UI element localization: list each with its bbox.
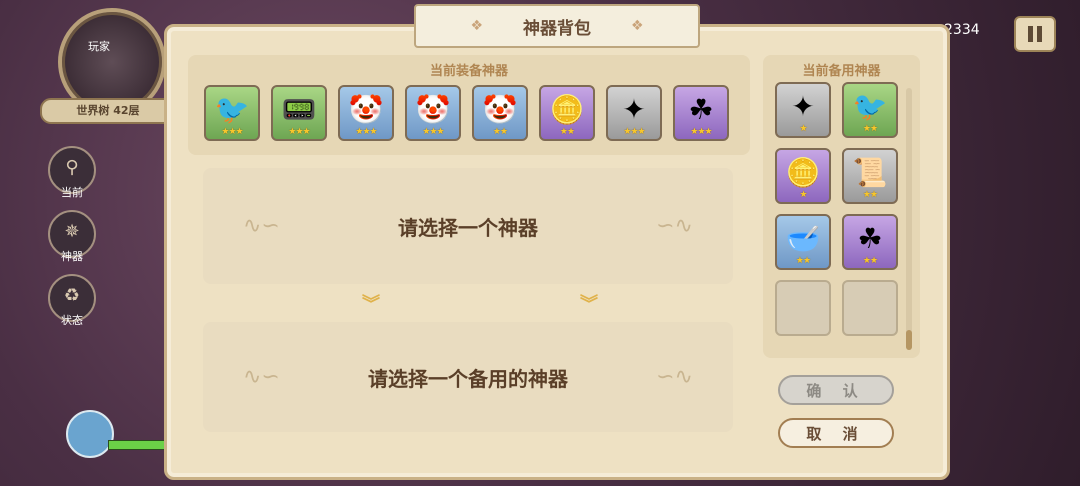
scroll-tube-icon: 📜 <box>852 156 888 189</box>
selected-spare-box[interactable]: ∿∽ 请选择一个备用的神器 ∽∿ <box>203 322 733 432</box>
artifact-slot[interactable]: ✦ ★★★ <box>606 85 662 141</box>
gold-coin-icon: 🪙 <box>549 93 585 126</box>
select-spare-prompt: 请选择一个备用的神器 <box>368 366 568 391</box>
clover-cannon-icon: ☘ <box>688 93 714 126</box>
star-rating: ★★★ <box>288 127 310 137</box>
pigeon-icon: 🐦 <box>214 93 250 126</box>
artifact-slot[interactable]: ☘ ★★ <box>842 214 898 270</box>
star-rating: ★ <box>799 190 807 200</box>
chevron-down-icon: ︾ <box>580 294 598 315</box>
pause-button[interactable] <box>1014 16 1056 52</box>
location-pin-icon: ⚲ <box>65 157 79 178</box>
gold-coin-icon: 🪙 <box>785 156 821 189</box>
side-label-current: 当前 <box>61 186 83 199</box>
soup-bowl-icon: 🥣 <box>785 222 821 255</box>
title-ornament-right-icon: ❖ <box>631 18 644 34</box>
cancel-button[interactable]: 取 消 <box>778 418 894 448</box>
star-rating: ★★ <box>795 256 811 266</box>
artifact-slot[interactable]: 🪙 ★★ <box>539 85 595 141</box>
star-rating: ★★ <box>862 256 878 266</box>
clover-cannon-icon: ☘ <box>857 222 883 255</box>
star-rating: ★★★ <box>221 127 243 137</box>
player-avatar[interactable] <box>66 410 114 458</box>
minimap-label: 玩家 <box>88 40 110 53</box>
equipped-header: 当前装备神器 <box>429 64 508 79</box>
artifact-slot[interactable]: 🤡 ★★★ <box>338 85 394 141</box>
artifact-slot[interactable]: 🥣 ★★ <box>775 214 831 270</box>
star-rating: ★★ <box>492 127 508 137</box>
side-label-status: 状态 <box>61 314 83 327</box>
empty-artifact-slot[interactable] <box>775 280 831 336</box>
clown-mask-icon: 🤡 <box>415 93 451 126</box>
artifact-slot[interactable]: 📟 ★★★ <box>271 85 327 141</box>
side-label-artifact: 神器 <box>61 250 83 263</box>
title-ornament-left-icon: ❖ <box>470 18 483 34</box>
star-rating: ★★★ <box>355 127 377 137</box>
dialog-title: 神器背包 <box>523 18 591 39</box>
spare-header: 当前备用神器 <box>802 64 881 79</box>
artifact-slot[interactable]: 🐦 ★★★ <box>204 85 260 141</box>
flourish-left-icon: ∿∽ <box>243 213 280 239</box>
star-rating: ★★★ <box>422 127 444 137</box>
selected-artifact-box[interactable]: ∿∽ 请选择一个神器 ∽∿ <box>203 168 733 284</box>
clown-mask-icon: 🤡 <box>482 93 518 126</box>
artifact-slot[interactable]: 📜 ★★ <box>842 148 898 204</box>
dialog-title-banner: ❖ 神器背包 ❖ <box>414 4 700 48</box>
spare-scrollbar[interactable] <box>906 88 912 350</box>
chevron-down-icon: ︾ <box>362 294 380 315</box>
artifact-slot[interactable]: ✦ ★ <box>775 82 831 138</box>
star-rating: ★★★ <box>690 127 712 137</box>
star-rating: ★★ <box>862 124 878 134</box>
star-rating: ★ <box>799 124 807 134</box>
health-bar <box>108 440 166 450</box>
artifact-star-icon: ✵ <box>64 221 80 242</box>
artifact-slot[interactable]: 🐦 ★★ <box>842 82 898 138</box>
pigeon-icon: 🐦 <box>852 90 888 123</box>
phone-device-icon: 📟 <box>281 93 317 126</box>
artifact-slot[interactable]: ☘ ★★★ <box>673 85 729 141</box>
select-artifact-prompt: 请选择一个神器 <box>398 215 538 240</box>
shuriken-icon: ✦ <box>622 93 646 126</box>
artifact-slot[interactable]: 🤡 ★★ <box>472 85 528 141</box>
empty-artifact-slot[interactable] <box>842 280 898 336</box>
star-rating: ★★ <box>559 127 575 137</box>
star-rating: ★★★ <box>623 127 645 137</box>
recycle-status-icon: ♻ <box>63 285 81 306</box>
clown-mask-icon: 🤡 <box>348 93 384 126</box>
confirm-button[interactable]: 确 认 <box>778 375 894 405</box>
flourish-left-icon: ∿∽ <box>243 364 280 390</box>
shuriken-icon: ✦ <box>791 90 815 123</box>
artifact-slot[interactable]: 🪙 ★ <box>775 148 831 204</box>
floor-label: 世界树 42层 <box>40 98 176 124</box>
star-rating: ★★ <box>862 190 878 200</box>
artifact-slot[interactable]: 🤡 ★★★ <box>405 85 461 141</box>
flourish-right-icon: ∽∿ <box>656 213 693 239</box>
spare-scroll-thumb[interactable] <box>906 330 912 350</box>
flourish-right-icon: ∽∿ <box>656 364 693 390</box>
